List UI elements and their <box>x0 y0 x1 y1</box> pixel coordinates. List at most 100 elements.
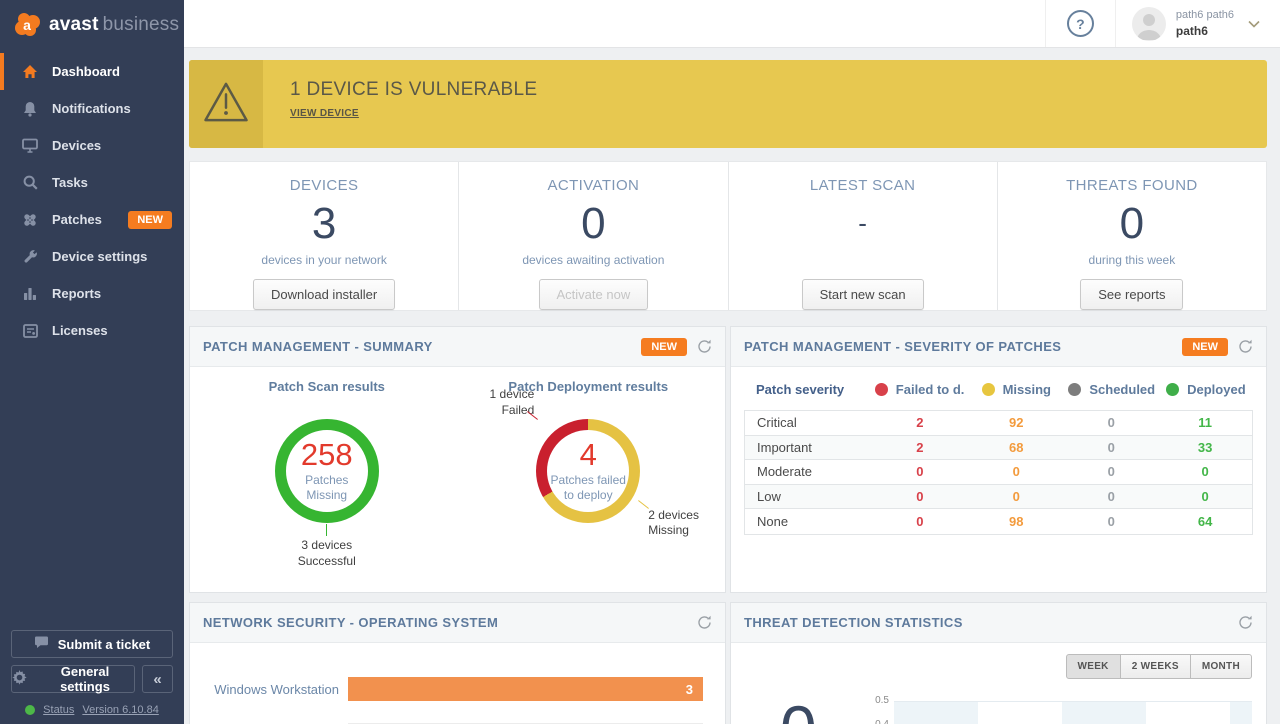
sidebar-item-notifications[interactable]: Notifications <box>0 90 184 127</box>
avatar <box>1132 7 1166 41</box>
stat-value: 0 <box>1120 194 1144 253</box>
annotation-line <box>326 524 327 536</box>
collapse-sidebar-button[interactable]: « <box>142 665 173 693</box>
chat-icon <box>34 636 49 652</box>
severity-legend: Patch severity Failed to d. Missing Sche… <box>744 382 1253 397</box>
patches-missing-count: 258 <box>301 439 353 470</box>
stat-activation: ACTIVATION 0 devices awaiting activation… <box>458 162 727 310</box>
patch-deployment-results: Patch Deployment results 4 Patches faile… <box>458 379 720 569</box>
range-month-button[interactable]: MONTH <box>1190 654 1252 679</box>
warning-triangle-icon <box>203 81 249 128</box>
patches-failed-count: 4 <box>580 439 597 470</box>
annotation-line <box>638 500 649 509</box>
sidebar-item-label: Patches <box>52 212 102 227</box>
status-link[interactable]: Status <box>43 704 74 716</box>
stat-threats-found: THREATS FOUND 0 during this week See rep… <box>997 162 1266 310</box>
submit-ticket-button[interactable]: Submit a ticket <box>11 630 173 658</box>
bar-chart-icon <box>21 286 39 302</box>
refresh-icon[interactable] <box>1238 615 1253 630</box>
patch-scan-results: Patch Scan results 258 Patches Missing 3… <box>196 379 458 569</box>
general-settings-button[interactable]: General settings <box>11 665 135 693</box>
legend-title: Patch severity <box>744 382 871 397</box>
new-badge: NEW <box>128 211 172 229</box>
avast-splat-icon: a <box>14 11 42 39</box>
sidebar-item-dashboard[interactable]: Dashboard <box>0 53 184 90</box>
table-row: Low 0 0 0 0 <box>745 485 1252 510</box>
sidebar-item-label: Reports <box>52 286 101 301</box>
help-button[interactable]: ? <box>1045 0 1115 47</box>
refresh-icon[interactable] <box>697 615 712 630</box>
sidebar-item-label: Device settings <box>52 249 147 264</box>
range-2weeks-button[interactable]: 2 WEEKS <box>1120 654 1191 679</box>
sidebar-item-devices[interactable]: Devices <box>0 127 184 164</box>
os-bar-chart: Windows Workstation 3 <box>190 643 725 724</box>
threat-count-value: 0 <box>780 691 817 724</box>
stat-value: 0 <box>581 194 605 253</box>
topbar: ? path6 path6 path6 <box>184 0 1280 48</box>
version-link[interactable]: Version 6.10.84 <box>82 704 158 716</box>
table-row: Critical 2 92 0 11 <box>745 411 1252 436</box>
main-area: ? path6 path6 path6 <box>184 0 1280 724</box>
legend-failed: Failed to d. <box>871 382 968 397</box>
avast-logo: a avastbusiness <box>0 0 184 48</box>
windows-workstation-bar: 3 <box>348 677 703 701</box>
bar-value: 3 <box>686 682 693 697</box>
missing-annotation: 2 devices Missing <box>648 508 720 539</box>
patch-summary-card: PATCH MANAGEMENT - SUMMARY NEW Patch Sca… <box>189 326 726 593</box>
start-new-scan-button[interactable]: Start new scan <box>802 279 924 310</box>
network-security-card: NETWORK SECURITY - OPERATING SYSTEM Wind… <box>189 602 726 724</box>
refresh-icon[interactable] <box>1238 339 1253 354</box>
sidebar-item-label: Licenses <box>52 323 108 338</box>
red-dot-icon <box>875 383 888 396</box>
stat-title: LATEST SCAN <box>810 177 916 194</box>
gray-dot-icon <box>1068 383 1081 396</box>
help-icon: ? <box>1067 10 1094 37</box>
column-heading: Patch Scan results <box>269 379 385 394</box>
card-title: THREAT DETECTION STATISTICS <box>744 615 1228 630</box>
warning-iconbox <box>189 60 263 148</box>
brand-suffix: business <box>103 14 180 35</box>
card-title: PATCH MANAGEMENT - SUMMARY <box>203 339 641 354</box>
range-week-button[interactable]: WEEK <box>1066 654 1121 679</box>
sidebar-item-patches[interactable]: Patches NEW <box>0 201 184 238</box>
patch-severity-card: PATCH MANAGEMENT - SEVERITY OF PATCHES N… <box>730 326 1267 593</box>
card-title: NETWORK SECURITY - OPERATING SYSTEM <box>203 615 687 630</box>
stat-subtitle: devices awaiting activation <box>522 253 664 270</box>
legend-deployed: Deployed <box>1159 382 1253 397</box>
new-badge: NEW <box>641 338 687 356</box>
view-device-link[interactable]: VIEW DEVICE <box>290 108 359 119</box>
monitor-icon <box>21 138 39 154</box>
stat-subtitle: during this week <box>1089 253 1176 270</box>
submit-ticket-label: Submit a ticket <box>58 637 150 652</box>
y-axis-tick: 0.5 <box>863 695 889 706</box>
stat-latest-scan: LATEST SCAN - Start new scan <box>728 162 997 310</box>
table-row: None 0 98 0 64 <box>745 509 1252 534</box>
threat-plot-grid <box>894 701 1252 724</box>
vulnerability-banner: 1 DEVICE IS VULNERABLE VIEW DEVICE <box>189 60 1267 148</box>
stat-value: 3 <box>312 194 336 253</box>
sidebar-item-label: Notifications <box>52 101 131 116</box>
sidebar-item-device-settings[interactable]: Device settings <box>0 238 184 275</box>
license-icon <box>21 323 39 339</box>
sidebar-item-reports[interactable]: Reports <box>0 275 184 312</box>
scan-annotation: 3 devices Successful <box>275 538 379 569</box>
sidebar-item-licenses[interactable]: Licenses <box>0 312 184 349</box>
stat-subtitle: devices in your network <box>261 253 386 270</box>
dashboard-content: 1 DEVICE IS VULNERABLE VIEW DEVICE DEVIC… <box>184 48 1280 724</box>
bell-icon <box>21 101 39 117</box>
sidebar-item-label: Dashboard <box>52 64 120 79</box>
stat-devices: DEVICES 3 devices in your network Downlo… <box>190 162 458 310</box>
threat-detection-card: THREAT DETECTION STATISTICS WEEK 2 WEEKS… <box>730 602 1267 724</box>
sidebar-item-tasks[interactable]: Tasks <box>0 164 184 201</box>
wrench-icon <box>21 249 39 265</box>
sidebar: a avastbusiness Dashboard Notifications … <box>0 0 184 724</box>
patch-deployment-donut: 4 Patches failed to deploy 1 device Fail… <box>536 419 640 523</box>
bar-label: Windows Workstation <box>190 682 348 697</box>
user-menu[interactable]: path6 path6 path6 <box>1115 0 1280 47</box>
donut-label: Patches Missing <box>287 473 367 503</box>
stat-title: ACTIVATION <box>547 177 639 194</box>
severity-table: Critical 2 92 0 11 Important 2 68 0 <box>744 410 1253 535</box>
refresh-icon[interactable] <box>697 339 712 354</box>
download-installer-button[interactable]: Download installer <box>253 279 395 310</box>
see-reports-button[interactable]: See reports <box>1080 279 1183 310</box>
